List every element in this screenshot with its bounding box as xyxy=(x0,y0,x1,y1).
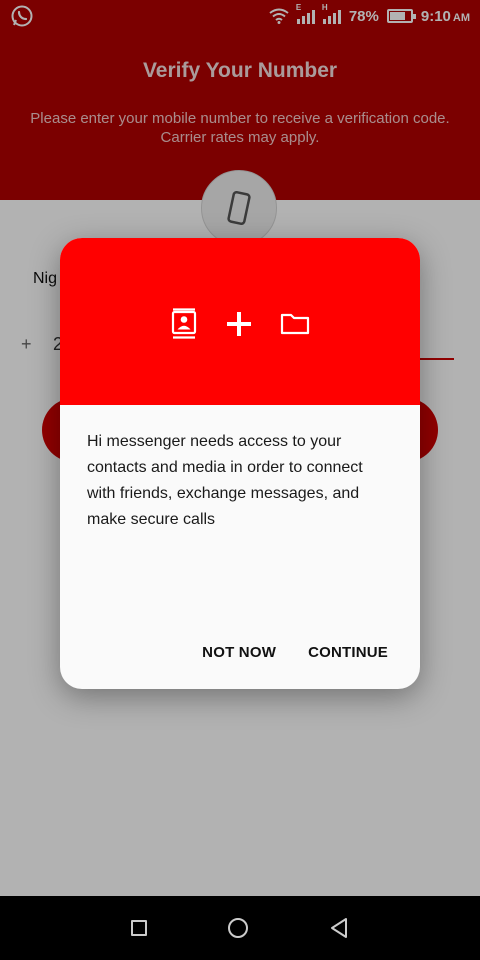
plus-icon xyxy=(227,311,251,336)
permission-dialog: Hi messenger needs access to your contac… xyxy=(60,238,420,689)
navigation-bar xyxy=(0,896,480,960)
recents-button[interactable] xyxy=(130,920,147,936)
dialog-actions: NOT NOW CONTINUE xyxy=(202,644,388,661)
home-button[interactable] xyxy=(227,918,248,938)
continue-button[interactable]: CONTINUE xyxy=(308,644,388,661)
dialog-header xyxy=(60,238,420,405)
contacts-icon xyxy=(171,307,197,339)
folder-icon xyxy=(280,313,310,334)
dialog-message: Hi messenger needs access to your contac… xyxy=(87,433,363,528)
back-button[interactable] xyxy=(329,917,349,939)
not-now-button[interactable]: NOT NOW xyxy=(202,644,276,661)
